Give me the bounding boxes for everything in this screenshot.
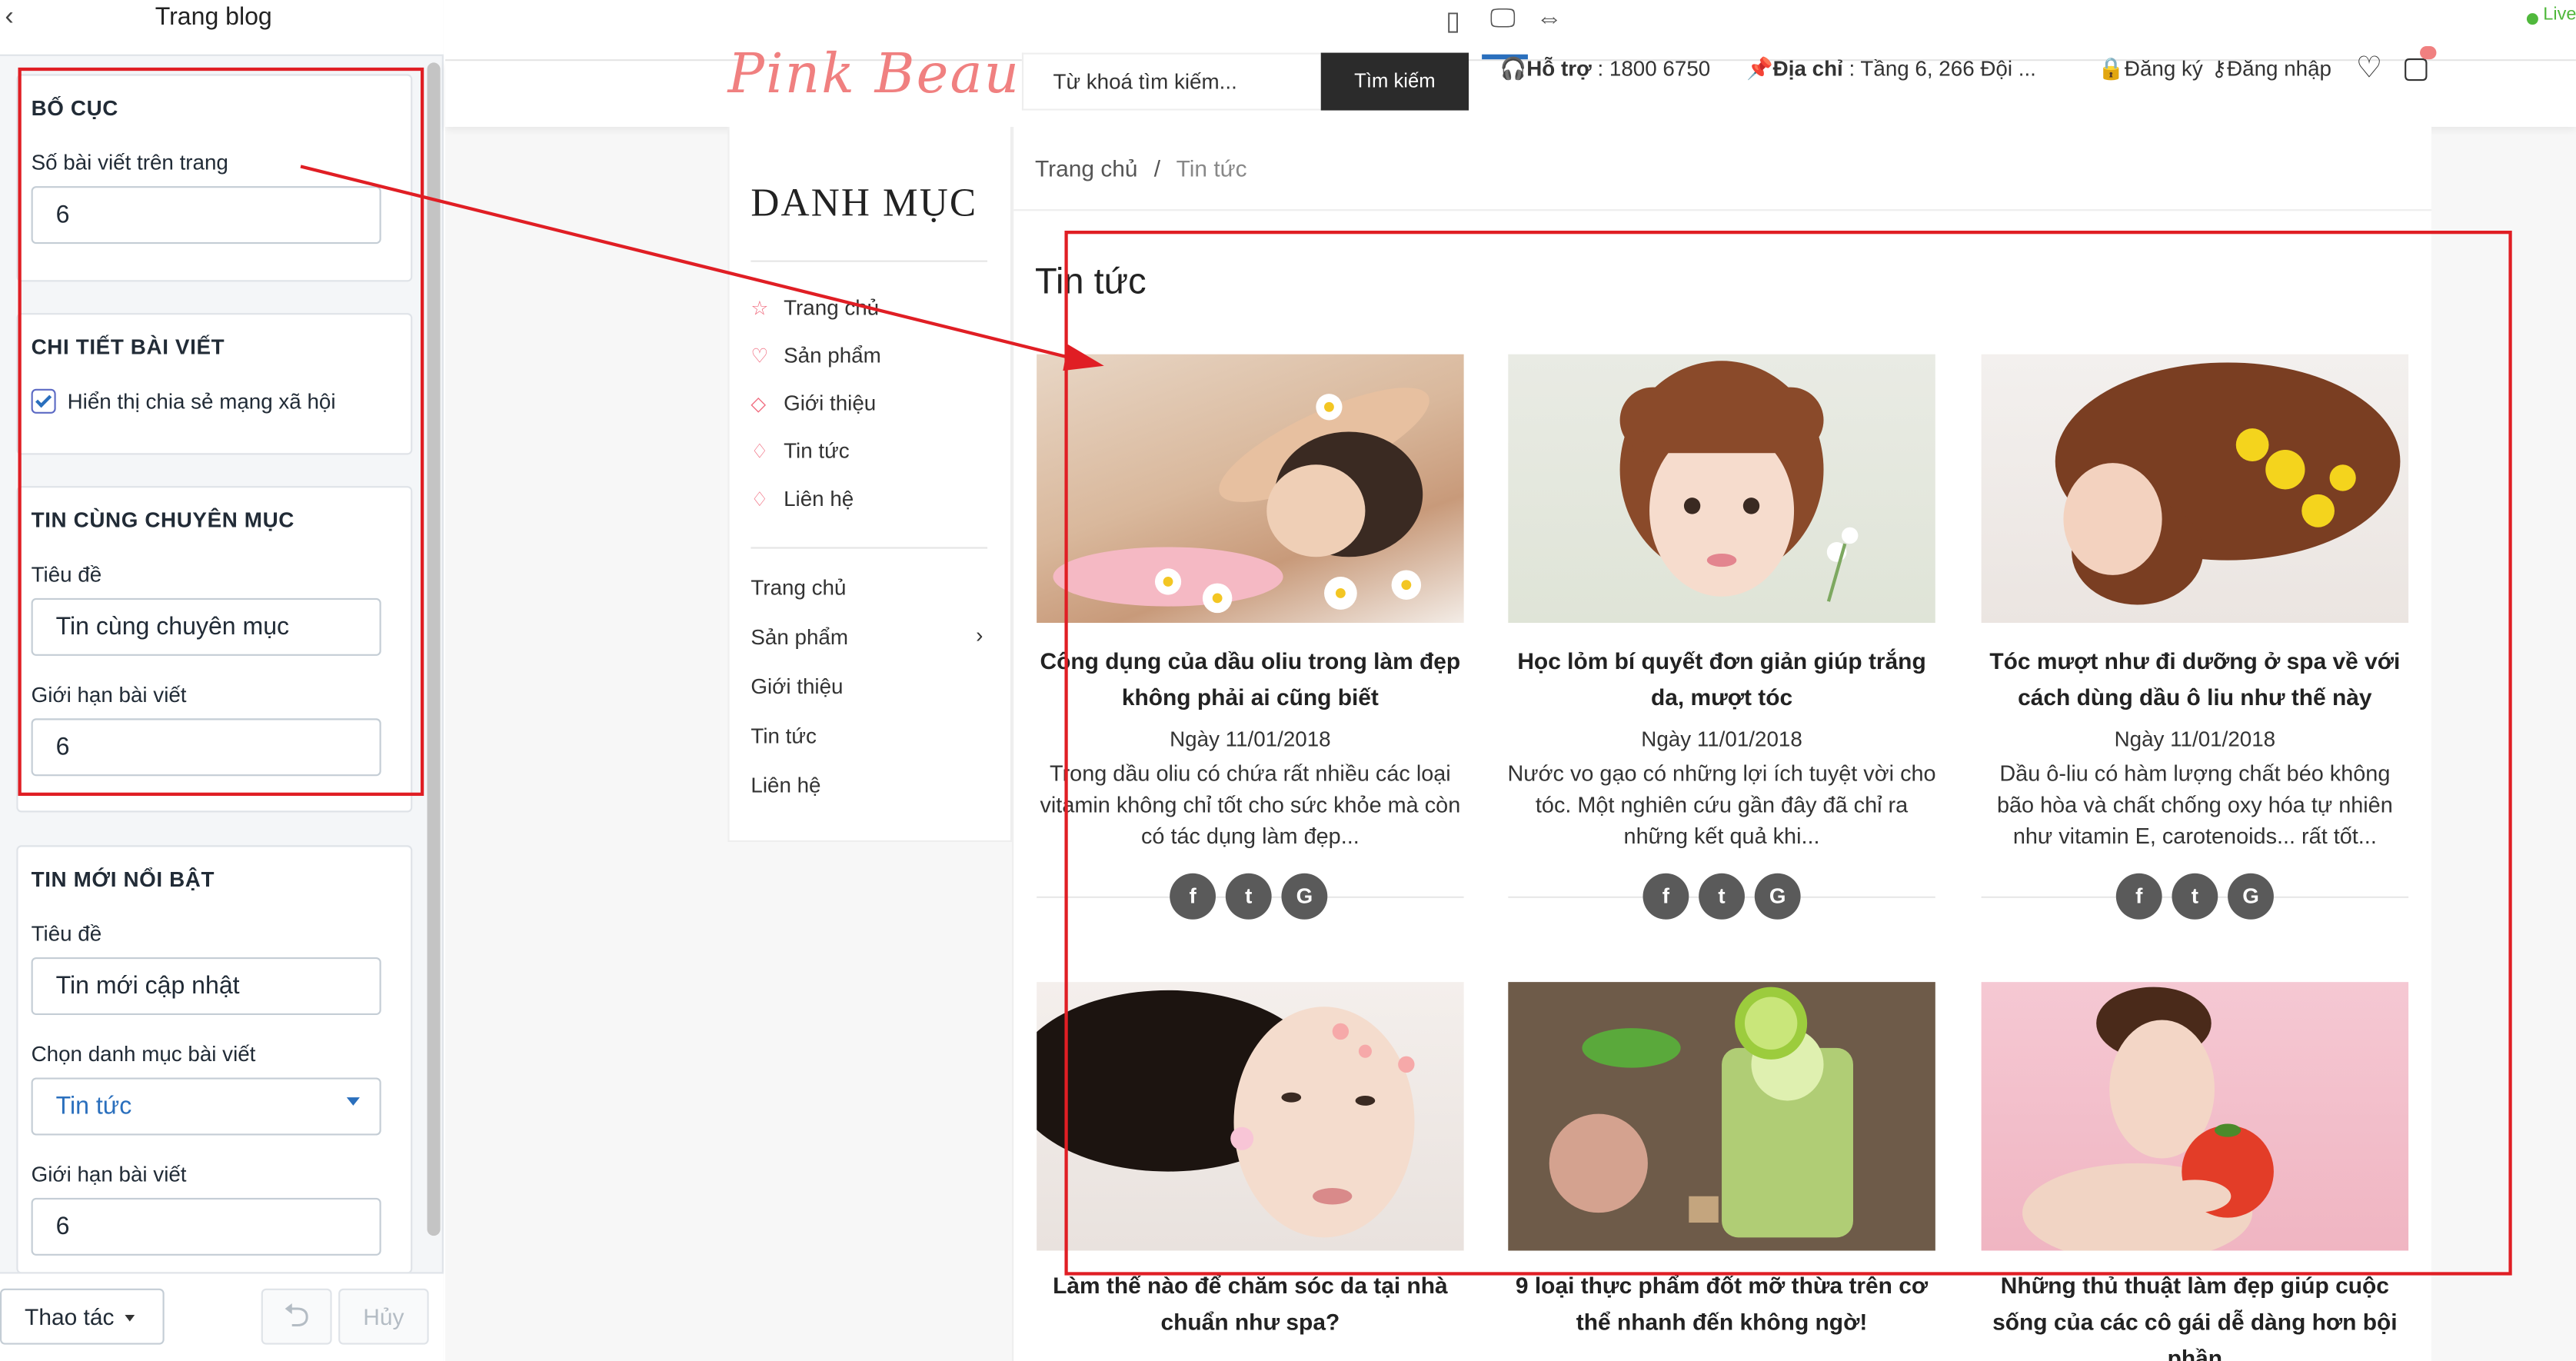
post-title[interactable]: Làm thế nào để chăm sóc da tại nhà chuẩn… (1035, 1267, 1466, 1339)
cancel-button[interactable]: Hủy (338, 1288, 429, 1345)
featured-title-label: Tiêu đề (31, 920, 102, 947)
cart-badge (2420, 46, 2437, 60)
breadcrumb-current: Tin tức (1176, 155, 1247, 181)
post-title[interactable]: 9 loại thực phẩm đốt mỡ thừa trên cơ thể… (1506, 1267, 1937, 1339)
category-label: Tin tức (784, 438, 850, 464)
panel-footer: Thao tác ⮌ Hủy (0, 1272, 444, 1361)
category-item-products[interactable]: ♡ Sản phẩm (751, 343, 880, 368)
live-status-label: Live (2543, 5, 2576, 25)
panel-scrollbar[interactable] (427, 62, 441, 1236)
star-icon: ☆ (751, 296, 769, 320)
diamond-icon: ♢ (751, 440, 769, 464)
chevron-right-icon[interactable]: › (976, 623, 983, 647)
heart-icon: ♡ (751, 344, 769, 368)
desktop-view-icon[interactable]: 🖵 (1490, 5, 1516, 35)
breadcrumb: Trang chủ / Tin tức (1035, 155, 1247, 181)
lock-icon: 🔒 (2098, 55, 2125, 82)
category-label: Liên hệ (784, 486, 854, 511)
editor-screen: ‹ Trang blog BỐ CỤC Số bài viết trên tra… (0, 0, 2576, 1361)
nav-item-contact[interactable]: Liên hệ (751, 773, 820, 797)
category-item-about[interactable]: ◇ Giới thiệu (751, 391, 876, 415)
address-value: : Tầng 6, 266 Đội ... (1842, 55, 2036, 82)
headset-icon: 🎧 (1499, 55, 1527, 82)
featured-posts-section: TIN MỚI NỔI BẬT Tiêu đề Tin mới cập nhật… (16, 845, 413, 1274)
category-label: Sản phẩm (784, 342, 881, 368)
featured-title-input[interactable]: Tin mới cập nhật (31, 957, 381, 1016)
register-label: Đăng ký (2124, 55, 2203, 82)
support-value: : 1800 6750 (1591, 55, 1711, 82)
category-label: Trang chủ (784, 294, 880, 320)
section-heading: TIN MỚI NỔI BẬT (31, 867, 215, 892)
breadcrumb-separator: / (1153, 155, 1161, 181)
featured-limit-input[interactable]: 6 (31, 1197, 381, 1256)
caret-down-icon (125, 1315, 135, 1322)
featured-limit-label: Giới hạn bài viết (31, 1161, 187, 1186)
undo-icon: ⮌ (283, 1298, 310, 1335)
actions-label: Thao tác (25, 1303, 115, 1330)
nav-item-news[interactable]: Tin tức (751, 724, 816, 748)
category-item-news[interactable]: ♢ Tin tức (751, 438, 849, 463)
category-label: Giới thiệu (784, 390, 877, 416)
featured-category-value: Tin tức (55, 1092, 132, 1121)
site-search-input[interactable]: Từ khoá tìm kiếm... (1021, 52, 1321, 111)
nav-item-about[interactable]: Giới thiệu (751, 674, 843, 698)
login-link[interactable]: ⚷Đăng nhập (2212, 56, 2331, 82)
register-link[interactable]: 🔒Đăng ký (2098, 56, 2203, 82)
site-search-button[interactable]: Tìm kiếm (1320, 52, 1469, 111)
post-title[interactable]: Những thủ thuật làm đẹp giúp cuộc sống c… (1979, 1267, 2410, 1361)
nav-item-products[interactable]: Sản phẩm (751, 624, 848, 649)
annotation-highlight-posts (1064, 231, 2512, 1276)
divider (751, 260, 988, 262)
fullscreen-view-icon[interactable]: ⇔ (1536, 5, 1563, 35)
caret-down-icon (346, 1097, 360, 1106)
actions-button[interactable]: Thao tác (0, 1288, 165, 1345)
divider (751, 547, 988, 549)
undo-button[interactable]: ⮌ (261, 1288, 332, 1345)
annotation-highlight-settings (18, 67, 424, 797)
diamond-icon: ♢ (751, 487, 769, 511)
panel-title: Trang blog (155, 3, 272, 32)
nav-item-home[interactable]: Trang chủ (751, 575, 846, 600)
site-header: Pink Beauty Từ khoá tìm kiếm... Tìm kiếm… (444, 42, 2576, 128)
live-status-icon (2526, 13, 2538, 25)
category-title: DANH MỤC (751, 182, 978, 226)
support-label: Hỗ trợ (1526, 55, 1592, 82)
featured-category-select[interactable]: Tin tức (31, 1077, 381, 1136)
address-label: Địa chỉ (1772, 55, 1843, 82)
mobile-view-icon[interactable]: ▯ (1446, 5, 1460, 38)
pin-icon: 📌 (1746, 55, 1773, 82)
login-label: Đăng nhập (2227, 55, 2332, 82)
support-info: 🎧Hỗ trợ : 1800 6750 (1500, 56, 1711, 82)
heart-icon[interactable]: ♡ (2356, 51, 2382, 85)
category-item-home[interactable]: ☆ Trang chủ (751, 295, 879, 320)
breadcrumb-home[interactable]: Trang chủ (1035, 155, 1138, 181)
address-info: 📌Địa chỉ : Tầng 6, 266 Đội ... (1746, 56, 2036, 82)
panel-header: ‹ Trang blog (0, 0, 444, 56)
divider (1013, 209, 2432, 211)
key-icon: ⚷ (2211, 55, 2228, 82)
tag-icon: ◇ (751, 392, 767, 416)
category-item-contact[interactable]: ♢ Liên hệ (751, 486, 854, 511)
featured-category-label: Chọn danh mục bài viết (31, 1041, 256, 1067)
